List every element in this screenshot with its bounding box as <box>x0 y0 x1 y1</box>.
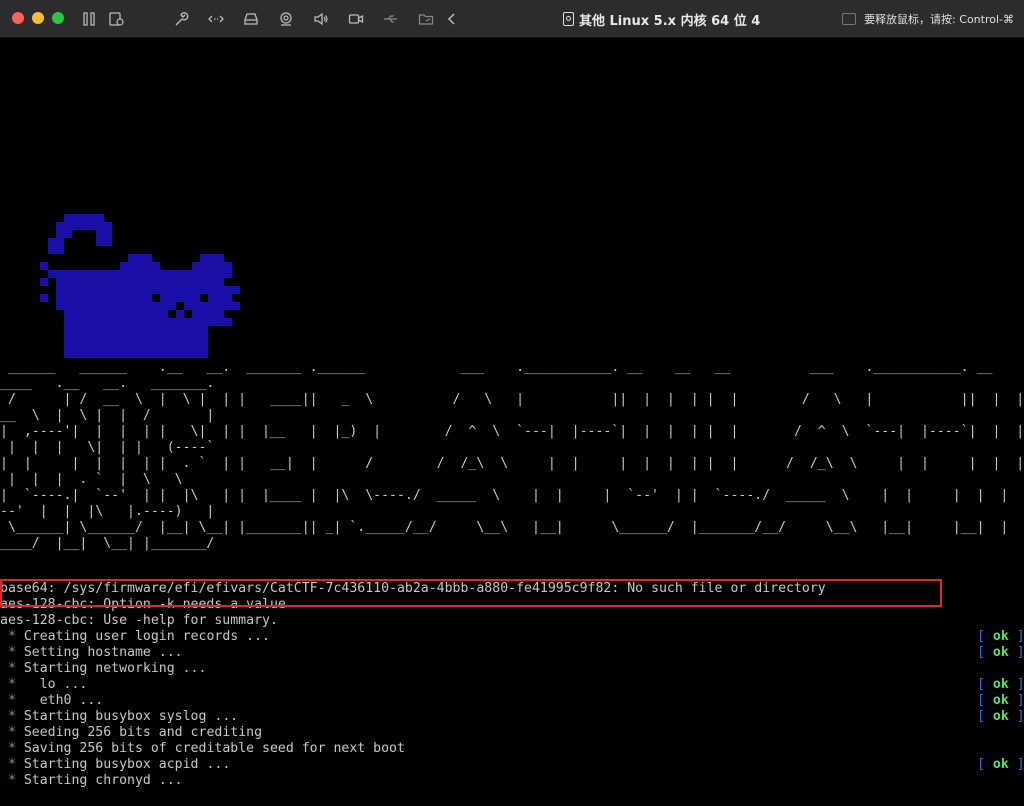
console-text: eth0 ... <box>23 693 104 708</box>
banner-line: \______| \______/ |__| \__| |_______|| _… <box>0 520 1009 535</box>
window-title: 其他 Linux 5.x 内核 64 位 4 <box>563 9 760 29</box>
video-icon[interactable] <box>348 11 364 27</box>
mouse-release-hint: 要释放鼠标，请按: Control-⌘ <box>842 11 1014 27</box>
console-line: * lo ... [ ok ] <box>0 677 1024 693</box>
console-text: Setting hostname ... <box>23 645 183 660</box>
ok-status: [ ok ] <box>977 693 1024 708</box>
console-text: base64: /sys/firmware/efi/efivars/CatCTF… <box>0 581 826 596</box>
snapshot-icon[interactable] <box>108 11 124 27</box>
banner-line: / | / __ \ | \ | | | ____|| _ \ / \ | ||… <box>0 392 1024 407</box>
banner-line: | | | . ` | \ \ <box>0 472 183 487</box>
console-text: Seeding 256 bits and crediting <box>23 725 263 740</box>
ok-status: [ ok ] <box>977 709 1024 724</box>
console-text: lo ... <box>23 677 88 692</box>
banner-line: | | | | | | | . ` | | __| | / / /_\ \ | … <box>0 456 1024 471</box>
status-star: * <box>0 773 24 788</box>
document-icon <box>563 12 574 26</box>
speaker-icon[interactable] <box>313 11 329 27</box>
console-text: Saving 256 bits of creditable seed for n… <box>23 741 405 756</box>
network-arrows-icon[interactable] <box>208 11 224 27</box>
chevron-left-icon[interactable] <box>444 11 460 27</box>
console-line: * Starting busybox syslog ... [ ok ] <box>0 709 1024 725</box>
console-line: * Starting busybox acpid ... [ ok ] <box>0 757 1024 773</box>
console-text: Starting busybox acpid ... <box>23 757 231 772</box>
console-output: base64: /sys/firmware/efi/efivars/CatCTF… <box>0 581 1024 789</box>
console-text: Starting networking ... <box>23 661 207 676</box>
console-text: Creating user login records ... <box>23 629 270 644</box>
console-line: aes-128-cbc: Use -help for summary. <box>0 613 1024 629</box>
cat-basket-logo <box>40 214 240 358</box>
console-line: * Starting chronyd ... <box>0 773 1024 789</box>
banner-line: ____ .__ __. _______. <box>0 376 215 391</box>
banner-line: __ \ | \ | | / | <box>0 408 215 423</box>
console-text: Starting chronyd ... <box>23 773 183 788</box>
close-button[interactable] <box>12 12 24 24</box>
banner-line: ______ ______ .__ __. _______ .______ __… <box>0 360 1024 375</box>
disk-icon[interactable] <box>243 11 259 27</box>
banner-line: | `----.| `--' | | |\ | | |____ | |\ \--… <box>0 488 1009 503</box>
maximize-button[interactable] <box>52 12 64 24</box>
status-star: * <box>0 741 24 756</box>
console-line: base64: /sys/firmware/efi/efivars/CatCTF… <box>0 581 1024 597</box>
status-star: * <box>0 693 24 708</box>
console-line: * Seeding 256 bits and crediting <box>0 725 1024 741</box>
pause-icon[interactable] <box>81 11 97 27</box>
console-line: * eth0 ... [ ok ] <box>0 693 1024 709</box>
console-text: Starting busybox syslog ... <box>23 709 239 724</box>
status-star: * <box>0 661 24 676</box>
console-line: * Starting networking ... <box>0 661 1024 677</box>
ok-status: [ ok ] <box>977 757 1024 772</box>
window-title-text: 其他 Linux 5.x 内核 64 位 4 <box>579 13 761 29</box>
status-star: * <box>0 629 24 644</box>
usb-icon[interactable] <box>383 11 399 27</box>
windows-icon <box>842 13 857 25</box>
banner-line: --' | | |\ |.----) | <box>0 504 215 519</box>
ok-status: [ ok ] <box>977 629 1024 644</box>
console-line: aes-128-cbc: Option -k needs a value <box>0 597 1024 613</box>
shared-folder-icon[interactable] <box>418 11 434 27</box>
mouse-release-text: 要释放鼠标，请按: Control-⌘ <box>864 13 1014 26</box>
console-line: * Saving 256 bits of creditable seed for… <box>0 741 1024 757</box>
vm-screen[interactable]: ______ ______ .__ __. _______ .______ __… <box>0 38 1024 806</box>
ok-status: [ ok ] <box>977 645 1024 660</box>
status-star: * <box>0 725 24 740</box>
banner-line: ____/ |__| \__| |_______/ <box>0 536 215 551</box>
banner-line: | ,----'| | | | | \| | | |__ | |_) | / ^… <box>0 424 1024 439</box>
console-line: * Creating user login records ... [ ok ] <box>0 629 1024 645</box>
console-line: * Setting hostname ... [ ok ] <box>0 645 1024 661</box>
status-star: * <box>0 757 24 772</box>
console-text: aes-128-cbc: Option -k needs a value <box>0 597 286 612</box>
banner-line: | | | \| | | (----` <box>0 440 215 455</box>
ascii-banner: ______ ______ .__ __. _______ .______ __… <box>0 360 1024 552</box>
minimize-button[interactable] <box>32 12 44 24</box>
status-star: * <box>0 709 24 724</box>
window-titlebar: 其他 Linux 5.x 内核 64 位 4 要释放鼠标，请按: Control… <box>0 0 1024 38</box>
camera-icon[interactable] <box>278 11 294 27</box>
ok-status: [ ok ] <box>977 677 1024 692</box>
console-text: aes-128-cbc: Use -help for summary. <box>0 613 278 628</box>
wrench-icon[interactable] <box>173 11 189 27</box>
status-star: * <box>0 645 24 660</box>
status-star: * <box>0 677 24 692</box>
